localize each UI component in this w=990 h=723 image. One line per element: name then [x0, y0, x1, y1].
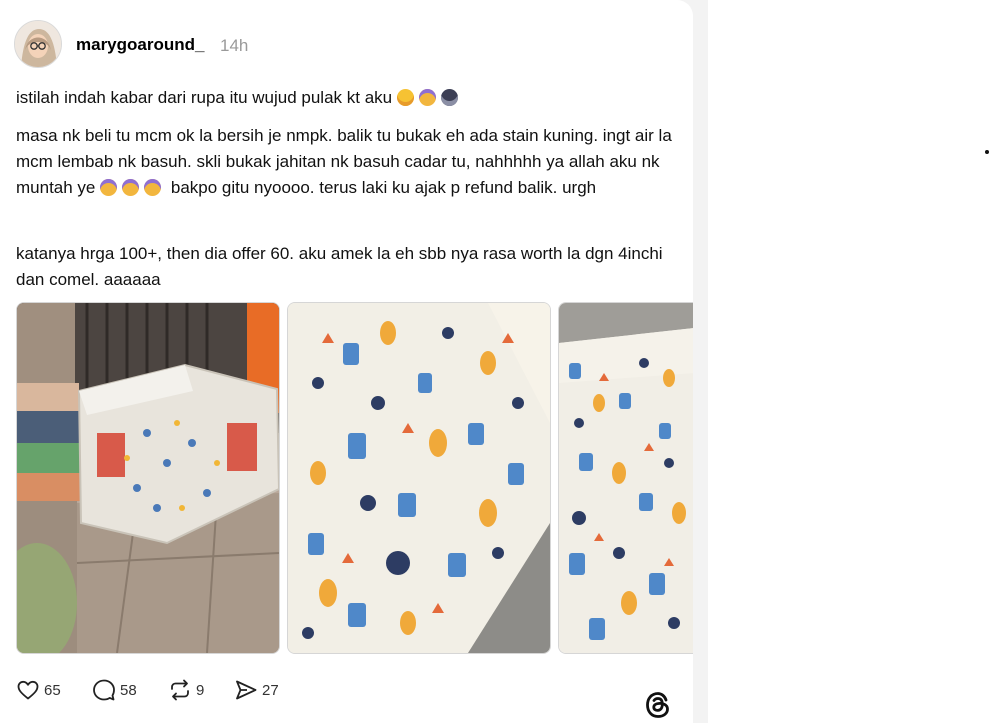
avatar[interactable]: [14, 20, 62, 68]
share-button[interactable]: 27: [234, 678, 279, 702]
post-paragraph-2: masa nk beli tu mcm ok la bersih je nmpk…: [16, 123, 681, 201]
screaming-face-emoji: [122, 179, 140, 196]
share-count: 27: [262, 681, 279, 699]
paragraph-2-text-end: bakpo gitu nyoooo. terus laki ku ajak p …: [170, 178, 597, 197]
repost-button[interactable]: 9: [168, 678, 204, 702]
threads-logo-icon[interactable]: [641, 688, 675, 722]
post-photo-1[interactable]: [16, 302, 280, 654]
heart-icon: [17, 680, 39, 700]
post-paragraph-1: istilah indah kabar dari rupa itu wujud …: [16, 85, 681, 111]
reply-count: 58: [120, 681, 137, 699]
post-timestamp: 14h: [220, 36, 249, 55]
post-paragraph-3: katanya hrga 100+, then dia offer 60. ak…: [16, 244, 663, 289]
post-photo-3[interactable]: [558, 302, 693, 654]
like-count: 65: [44, 681, 61, 699]
screaming-face-emoji: [418, 89, 436, 106]
send-icon: [236, 680, 257, 700]
repost-count: 9: [196, 681, 205, 699]
screaming-face-emoji: [100, 179, 118, 196]
ninja-emoji: [440, 89, 458, 106]
comment-bubble-icon: [93, 679, 115, 701]
reply-button[interactable]: 58: [92, 678, 137, 702]
rolling-laughing-emoji: [396, 89, 414, 106]
screaming-face-emoji: [144, 179, 162, 196]
paragraph-1-text: istilah indah kabar dari rupa itu wujud …: [16, 88, 393, 107]
stray-dot: [985, 150, 989, 154]
like-button[interactable]: 65: [16, 678, 61, 702]
post-card: marygoaround_ 14h istilah indah kabar da…: [0, 0, 693, 723]
post-photo-2[interactable]: [287, 302, 551, 654]
repost-icon: [171, 679, 189, 701]
username[interactable]: marygoaround_: [76, 35, 204, 55]
